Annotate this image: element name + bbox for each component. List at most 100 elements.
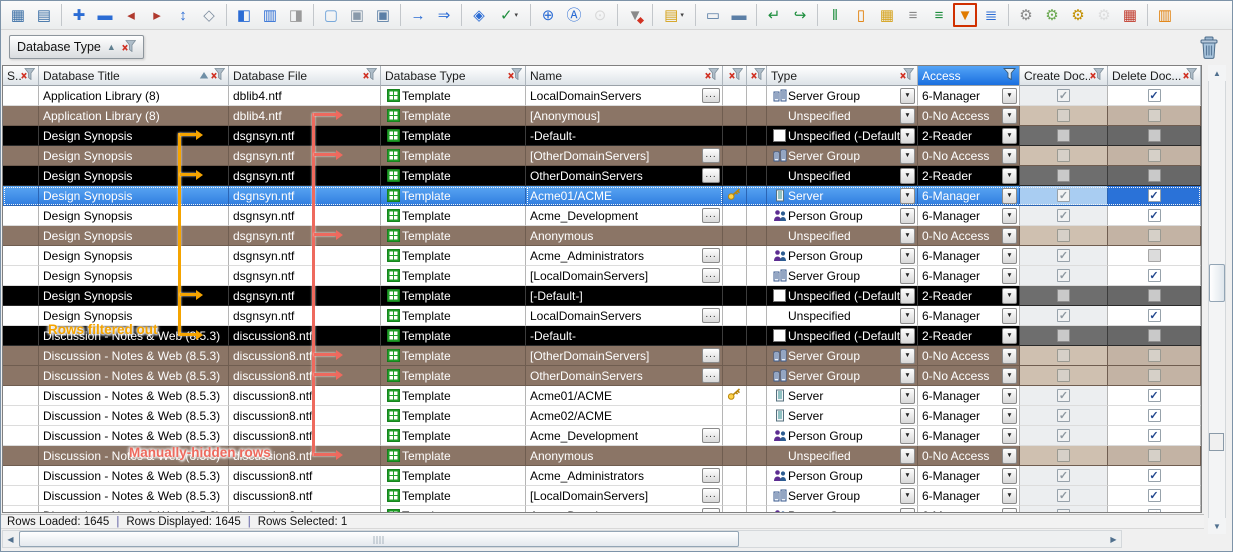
clear-filter-icon[interactable] [211, 68, 225, 83]
access-level-dropdown[interactable]: ▼ [1002, 268, 1017, 284]
delete-documents-checkbox[interactable]: ✓ [1148, 509, 1161, 513]
delete-documents-checkbox[interactable]: ✓ [1148, 389, 1161, 402]
create-documents-checkbox[interactable]: ✓ [1057, 509, 1070, 513]
name-picker-button[interactable]: ... [702, 468, 720, 483]
create-documents-checkbox[interactable] [1057, 149, 1070, 162]
create-documents-checkbox[interactable]: ✓ [1057, 269, 1070, 282]
create-documents-checkbox[interactable] [1057, 449, 1070, 462]
access-level-dropdown[interactable]: ▼ [1002, 288, 1017, 304]
table-row[interactable]: Discussion - Notes & Web (8.5.3)discussi… [3, 446, 1201, 466]
create-documents-checkbox[interactable] [1057, 169, 1070, 182]
freeze-columns-button[interactable]: ▥ [258, 3, 282, 27]
clear-filter-icon[interactable] [705, 68, 719, 83]
hierarchy-view-button[interactable]: ≡ [901, 3, 925, 27]
access-level-dropdown[interactable]: ▼ [1002, 448, 1017, 464]
export-data-button[interactable]: → [406, 3, 430, 27]
name-picker-button[interactable]: ... [702, 488, 720, 503]
group-chip-database-type[interactable]: Database Type ▲ [9, 35, 144, 59]
scroll-down-button[interactable]: ▼ [1208, 518, 1226, 534]
open-grid-window-button[interactable]: ◈ [467, 3, 491, 27]
access-level-dropdown[interactable]: ▼ [1002, 208, 1017, 224]
column-header-create[interactable]: Create Doc... [1020, 66, 1108, 86]
access-level-dropdown[interactable]: ▼ [1002, 428, 1017, 444]
name-picker-button[interactable]: ... [702, 88, 720, 103]
entry-type-dropdown[interactable]: ▼ [900, 128, 915, 144]
column-header-sel[interactable]: S.. [3, 66, 39, 86]
table-row[interactable]: Design Synopsisdsgnsyn.ntfTemplateAcme01… [3, 186, 1201, 206]
access-level-dropdown[interactable]: ▼ [1002, 88, 1017, 104]
entry-type-dropdown[interactable]: ▼ [900, 108, 915, 124]
create-documents-checkbox[interactable]: ✓ [1057, 89, 1070, 102]
copy-rows-button[interactable]: ▣ [371, 3, 395, 27]
delete-documents-checkbox[interactable] [1148, 369, 1161, 382]
delete-documents-checkbox[interactable] [1148, 289, 1161, 302]
name-picker-button[interactable]: ... [702, 268, 720, 283]
delete-documents-checkbox[interactable] [1148, 169, 1161, 182]
access-level-dropdown[interactable]: ▼ [1002, 328, 1017, 344]
expand-row-button[interactable]: ▭ [701, 3, 725, 27]
checkbox-columns-button[interactable]: ✓▾ [493, 3, 525, 27]
table-row[interactable]: Discussion - Notes & Web (8.5.3)discussi… [3, 466, 1201, 486]
clear-filter-icon[interactable] [1090, 68, 1104, 83]
collapse-row-button[interactable]: ▬ [727, 3, 751, 27]
entry-type-dropdown[interactable]: ▼ [900, 448, 915, 464]
pin-grid-button[interactable]: ▦ [1118, 3, 1142, 27]
table-row[interactable]: Application Library (8)dblib4.ntfTemplat… [3, 106, 1201, 126]
name-picker-button[interactable]: ... [702, 348, 720, 363]
access-level-dropdown[interactable]: ▼ [1002, 168, 1017, 184]
table-row[interactable]: Design Synopsisdsgnsyn.ntfTemplateLocalD… [3, 306, 1201, 326]
delete-documents-checkbox[interactable] [1148, 249, 1161, 262]
entry-type-dropdown[interactable]: ▼ [900, 148, 915, 164]
clear-filter-icon[interactable] [508, 68, 522, 83]
column-header-name[interactable]: Name [526, 66, 723, 86]
name-picker-button[interactable]: ... [702, 368, 720, 383]
clear-filter-icon[interactable] [900, 68, 914, 83]
delete-documents-checkbox[interactable] [1148, 229, 1161, 242]
delete-documents-checkbox[interactable] [1148, 149, 1161, 162]
delete-documents-checkbox[interactable]: ✓ [1148, 269, 1161, 282]
create-documents-checkbox[interactable]: ✓ [1057, 489, 1070, 502]
column-header-dbtype[interactable]: Database Type [381, 66, 526, 86]
table-row[interactable]: Design Synopsisdsgnsyn.ntfTemplate[-Defa… [3, 286, 1201, 306]
delete-documents-checkbox[interactable]: ✓ [1148, 469, 1161, 482]
create-documents-checkbox[interactable]: ✓ [1057, 249, 1070, 262]
move-rows-button[interactable]: ↕ [171, 3, 195, 27]
create-documents-checkbox[interactable]: ✓ [1057, 389, 1070, 402]
delete-documents-checkbox[interactable] [1148, 109, 1161, 122]
entry-type-dropdown[interactable]: ▼ [900, 508, 915, 514]
highlight-cell-button[interactable]: ▯ [849, 3, 873, 27]
entry-type-dropdown[interactable]: ▼ [900, 228, 915, 244]
delete-documents-checkbox[interactable] [1148, 129, 1161, 142]
column-header-type[interactable]: Type [767, 66, 918, 86]
delete-documents-checkbox[interactable]: ✓ [1148, 189, 1161, 202]
access-level-dropdown[interactable]: ▼ [1002, 188, 1017, 204]
table-row[interactable]: Discussion - Notes & Web (8.5.3)discussi… [3, 386, 1201, 406]
table-row[interactable]: Discussion - Notes & Web (8.5.3)discussi… [3, 326, 1201, 346]
table-row[interactable]: Discussion - Notes & Web (8.5.3)discussi… [3, 346, 1201, 366]
access-level-dropdown[interactable]: ▼ [1002, 148, 1017, 164]
name-picker-button[interactable]: ... [702, 248, 720, 263]
access-level-dropdown[interactable]: ▼ [1002, 128, 1017, 144]
access-level-dropdown[interactable]: ▼ [1002, 228, 1017, 244]
create-documents-checkbox[interactable]: ✓ [1057, 189, 1070, 202]
access-level-dropdown[interactable]: ▼ [1002, 108, 1017, 124]
create-documents-checkbox[interactable]: ✓ [1057, 309, 1070, 322]
access-level-dropdown[interactable]: ▼ [1002, 488, 1017, 504]
entry-type-dropdown[interactable]: ▼ [900, 188, 915, 204]
copy-cell-button[interactable]: ▣ [345, 3, 369, 27]
create-documents-checkbox[interactable] [1057, 329, 1070, 342]
filter-rows-button[interactable]: ▼ [953, 3, 977, 27]
table-row[interactable]: Application Library (8)dblib4.ntfTemplat… [3, 86, 1201, 106]
remove-rows-button[interactable]: ▬ [93, 3, 117, 27]
create-documents-checkbox[interactable] [1057, 229, 1070, 242]
create-documents-checkbox[interactable] [1057, 369, 1070, 382]
access-level-dropdown[interactable]: ▼ [1002, 348, 1017, 364]
column-header-delete[interactable]: Delete Doc... [1108, 66, 1201, 86]
entry-type-dropdown[interactable]: ▼ [900, 348, 915, 364]
name-picker-button[interactable]: ... [702, 428, 720, 443]
delete-documents-checkbox[interactable]: ✓ [1148, 489, 1161, 502]
entry-type-dropdown[interactable]: ▼ [900, 408, 915, 424]
access-level-dropdown[interactable]: ▼ [1002, 368, 1017, 384]
entry-type-dropdown[interactable]: ▼ [900, 488, 915, 504]
export-options-button[interactable]: ⇒ [432, 3, 456, 27]
